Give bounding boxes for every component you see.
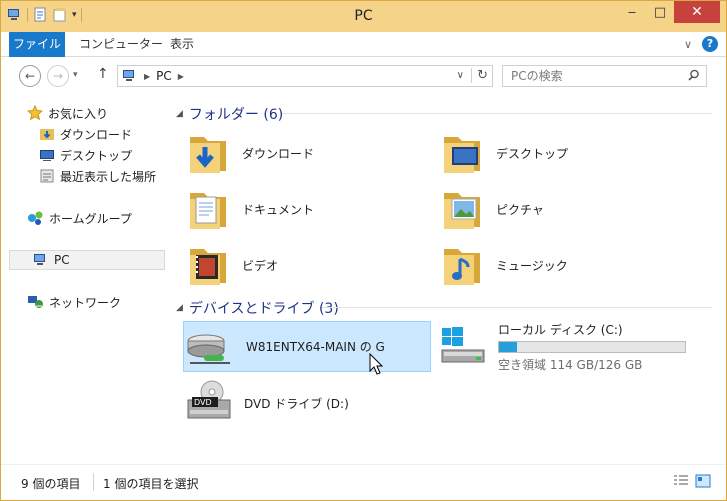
ribbon-tabs: ファイル コンピューター 表示 ∨ ? <box>1 32 726 57</box>
folder-downloads[interactable]: ダウンロード <box>184 127 432 179</box>
ribbon-expand-icon[interactable]: ∨ <box>684 38 692 51</box>
group-header-folders[interactable]: ◢ フォルダー (6) <box>176 104 283 124</box>
nav-item-pc[interactable]: PC <box>9 250 165 270</box>
nav-item-recent-places[interactable]: 最近表示した場所 <box>39 166 156 186</box>
status-bar: 9 個の項目 1 個の項目を選択 <box>1 464 726 500</box>
pictures-folder-icon <box>444 193 480 229</box>
help-icon[interactable]: ? <box>702 36 718 52</box>
documents-folder-icon <box>190 193 226 229</box>
tab-view[interactable]: 表示 <box>156 32 208 57</box>
address-bar[interactable]: ▶ PC ▶ ∨ ↻ <box>117 65 493 87</box>
nav-item-homegroup[interactable]: ホームグループ <box>27 208 132 228</box>
network-drive-icon <box>187 334 230 364</box>
maximize-button[interactable]: □ <box>646 1 674 23</box>
title-bar: ▾ PC ‒ □ ✕ <box>1 1 726 32</box>
videos-folder-icon <box>190 249 226 285</box>
nav-item-network[interactable]: ネットワーク <box>27 292 121 312</box>
refresh-icon[interactable]: ↻ <box>471 68 488 83</box>
disk-usage-bar <box>498 340 686 353</box>
selection-count: 1 個の項目を選択 <box>103 477 199 491</box>
star-icon <box>27 105 43 121</box>
folder-documents[interactable]: ドキュメント <box>184 183 432 235</box>
dvd-drive-icon: DVD <box>187 380 231 419</box>
tab-file[interactable]: ファイル <box>9 32 65 57</box>
network-icon <box>28 296 43 308</box>
navigation-pane: お気に入り ダウンロード デスクトップ 最近表示した場所 ホームグループ PC … <box>1 95 170 464</box>
details-view-icon[interactable] <box>673 474 689 488</box>
up-button[interactable]: ↑ <box>97 66 109 82</box>
folder-videos[interactable]: ビデオ <box>184 239 432 291</box>
collapse-icon[interactable]: ◢ <box>176 303 183 313</box>
search-placeholder: PCの検索 <box>511 69 563 83</box>
search-icon[interactable] <box>687 69 700 82</box>
content-pane: ◢ フォルダー (6) ダウンロード デスクトップ ドキュメント ピクチャ ビデ… <box>170 95 726 464</box>
large-icons-view-icon[interactable] <box>695 474 711 488</box>
address-dropdown-icon[interactable]: ∨ <box>457 70 464 81</box>
desktop-folder-icon <box>444 137 480 173</box>
nav-item-desktop[interactable]: デスクトップ <box>39 145 132 165</box>
drive-local-c[interactable]: ローカル ディスク (C:) 空き領域 114 GB/126 GB <box>438 321 686 372</box>
svg-text:DVD: DVD <box>194 398 212 407</box>
collapse-icon[interactable]: ◢ <box>176 109 183 119</box>
breadcrumb-pc[interactable]: PC <box>156 69 172 83</box>
breadcrumb-chevron-icon[interactable]: ▶ <box>178 72 184 81</box>
drive-network-g[interactable]: W81ENTX64-MAIN の G <box>183 321 431 372</box>
breadcrumb-chevron-icon[interactable]: ▶ <box>144 72 150 81</box>
item-count: 9 個の項目 <box>21 477 81 491</box>
disk-usage-fill <box>499 341 517 352</box>
close-button[interactable]: ✕ <box>674 1 720 23</box>
back-button[interactable]: ← <box>19 65 41 87</box>
search-input[interactable]: PCの検索 <box>502 65 707 87</box>
explorer-window: ▾ PC ‒ □ ✕ ファイル コンピューター 表示 ∨ ? ← → ▾ ↑ ▶… <box>0 0 727 501</box>
music-folder-icon <box>444 249 480 285</box>
minimize-button[interactable]: ‒ <box>618 1 646 23</box>
pc-icon <box>123 70 134 81</box>
drive-dvd-d[interactable]: DVD DVD ドライブ (D:) <box>184 377 432 429</box>
recent-locations-icon[interactable]: ▾ <box>73 70 78 80</box>
homegroup-icon <box>28 211 43 225</box>
nav-item-favorites[interactable]: お気に入り <box>27 103 108 123</box>
nav-item-downloads[interactable]: ダウンロード <box>39 124 132 144</box>
recent-places-icon <box>40 169 54 183</box>
group-header-drives[interactable]: ◢ デバイスとドライブ (3) <box>176 298 339 318</box>
navigation-bar: ← → ▾ ↑ ▶ PC ▶ ∨ ↻ PCの検索 <box>1 57 726 95</box>
pc-icon <box>34 254 45 265</box>
downloads-folder-icon <box>40 129 54 140</box>
downloads-folder-icon <box>190 137 226 173</box>
forward-button[interactable]: → <box>47 65 69 87</box>
folder-music[interactable]: ミュージック <box>438 239 686 291</box>
folder-pictures[interactable]: ピクチャ <box>438 183 686 235</box>
window-controls: ‒ □ ✕ <box>618 1 720 23</box>
folder-desktop[interactable]: デスクトップ <box>438 127 686 179</box>
windows-drive-icon <box>441 326 485 362</box>
mouse-cursor-icon <box>369 353 383 375</box>
desktop-icon <box>40 150 54 161</box>
